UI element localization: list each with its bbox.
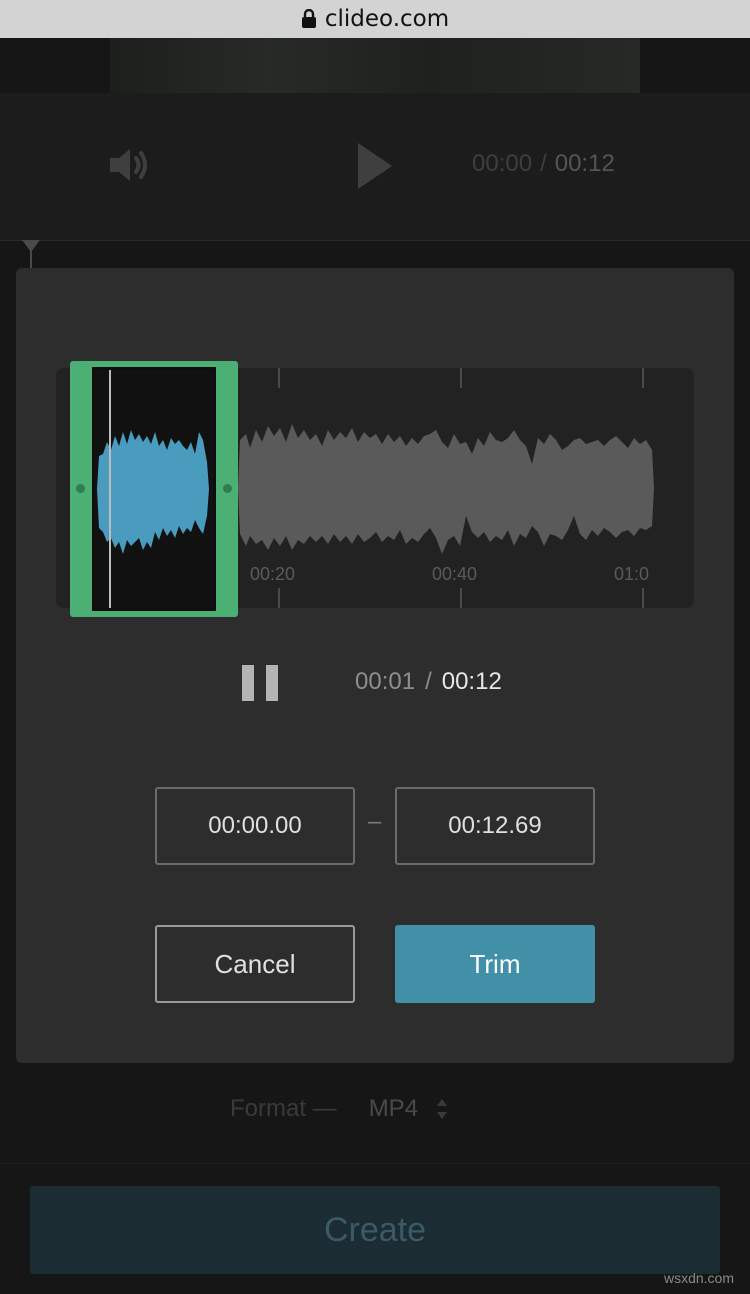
browser-url-bar[interactable]: clideo.com	[0, 0, 750, 38]
selected-waveform-graphic	[97, 430, 209, 554]
end-time-field[interactable]: 00:12.69	[395, 787, 595, 865]
trim-selection[interactable]	[70, 361, 238, 617]
play-icon[interactable]	[356, 141, 394, 191]
divider	[0, 1163, 750, 1164]
right-trim-handle[interactable]	[223, 484, 232, 493]
timeline-tick-label: 00:20	[250, 564, 296, 584]
pause-icon	[242, 665, 254, 701]
watermark: wsxdn.com	[663, 1270, 734, 1286]
create-button[interactable]: Create	[30, 1186, 720, 1274]
player-time-separator: /	[540, 150, 547, 177]
format-selector[interactable]: Format — MP4	[230, 1095, 448, 1123]
modal-current-time: 00:01	[355, 668, 416, 695]
volume-icon[interactable]	[108, 145, 150, 185]
url-host: clideo.com	[324, 6, 450, 32]
modal-playback-time: 00:01 / 00:12	[355, 668, 502, 696]
modal-time-separator: /	[425, 668, 432, 695]
start-time-field[interactable]: 00:00.00	[155, 787, 355, 865]
trim-modal: 00:20 00:40 01:0 00:01/00:12 00:00.00 – …	[16, 268, 734, 1063]
timeline-track	[0, 240, 750, 241]
player-total-time: 00:12	[554, 150, 615, 177]
trim-button[interactable]: Trim	[395, 925, 595, 1003]
pause-button[interactable]	[242, 665, 278, 701]
timeline-tick-label: 00:40	[432, 564, 478, 584]
timeline-tick-label: 01:0	[614, 564, 650, 584]
modal-total-time: 00:12	[441, 668, 502, 695]
player-time: 00:00 / 00:12	[472, 150, 615, 178]
sort-arrows-icon	[437, 1099, 448, 1119]
video-preview	[110, 38, 640, 93]
range-separator: –	[368, 808, 382, 835]
format-value: MP4	[368, 1095, 419, 1122]
cancel-button[interactable]: Cancel	[155, 925, 355, 1003]
lock-icon	[301, 9, 316, 28]
format-label: Format —	[230, 1095, 337, 1122]
left-trim-handle[interactable]	[76, 484, 85, 493]
player-current-time: 00:00	[472, 150, 533, 177]
playhead-line[interactable]	[109, 370, 111, 608]
selected-waveform	[92, 367, 216, 611]
